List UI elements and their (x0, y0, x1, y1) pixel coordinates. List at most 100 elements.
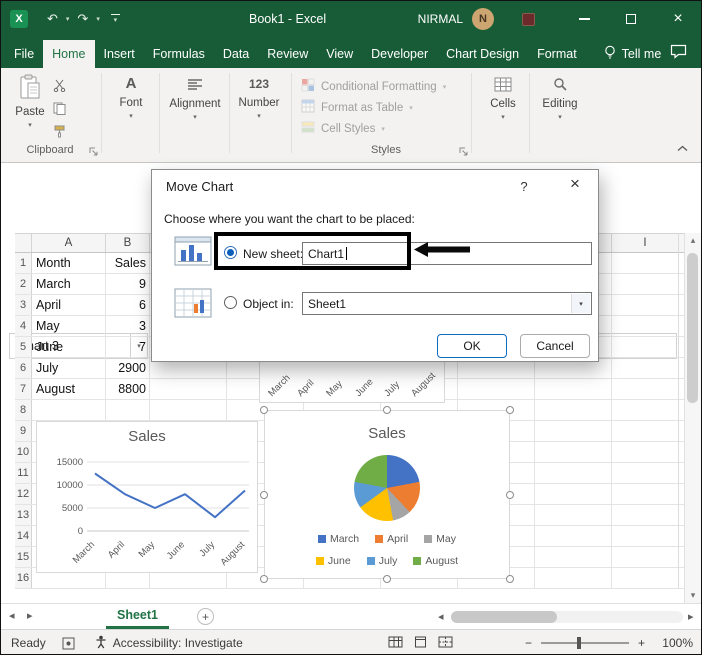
cell[interactable]: 7 (106, 337, 150, 357)
horizontal-scrollbar-thumb[interactable] (451, 611, 557, 623)
number-group-button[interactable]: 123 Number ▾ (235, 74, 283, 120)
legend-item[interactable]: April (375, 533, 408, 545)
row-header[interactable]: 10 (15, 442, 32, 462)
maximize-button[interactable] (616, 1, 646, 37)
cell[interactable]: April (32, 295, 106, 315)
account-name[interactable]: NIRMAL (418, 12, 463, 26)
ok-button[interactable]: OK (437, 334, 507, 358)
ribbon-display-options-icon[interactable] (522, 12, 535, 26)
tab-file[interactable]: File (5, 40, 43, 68)
cell[interactable]: May (32, 316, 106, 336)
cell[interactable]: July (32, 358, 106, 378)
format-as-table-button[interactable]: Format as Table ▾ (301, 99, 413, 116)
zoom-out-icon[interactable]: − (525, 636, 532, 650)
selection-handle[interactable] (506, 406, 514, 414)
legend-item[interactable]: August (413, 555, 458, 567)
zoom-percentage[interactable]: 100% (655, 636, 693, 650)
scroll-down-icon[interactable]: ▾ (685, 590, 701, 601)
tab-view[interactable]: View (317, 40, 362, 68)
tab-chart-design[interactable]: Chart Design (437, 40, 528, 68)
selection-handle[interactable] (383, 406, 391, 414)
cell[interactable]: June (32, 337, 106, 357)
styles-dialog-launcher-icon[interactable] (459, 147, 468, 159)
cut-icon[interactable] (53, 79, 66, 95)
selection-handle[interactable] (260, 575, 268, 583)
sheet-nav-right-icon[interactable]: ▸ (27, 609, 33, 622)
object-in-label[interactable]: Object in: (243, 297, 294, 311)
alignment-group-button[interactable]: Alignment ▾ (167, 74, 223, 121)
cell[interactable]: August (32, 379, 106, 399)
tab-review[interactable]: Review (258, 40, 317, 68)
horizontal-scrollbar[interactable] (451, 611, 683, 623)
row-header[interactable]: 14 (15, 526, 32, 546)
cell[interactable]: 8800 (106, 379, 150, 399)
object-in-dropdown[interactable]: Sheet1 ▾ (302, 292, 592, 315)
undo-caret-icon[interactable]: ▾ (64, 15, 72, 23)
cell[interactable] (32, 400, 106, 420)
row-header[interactable]: 16 (15, 568, 32, 588)
select-all-corner[interactable] (15, 234, 32, 252)
cells-group-button[interactable]: Cells ▾ (481, 74, 525, 121)
row-header[interactable]: 15 (15, 547, 32, 567)
selection-handle[interactable] (383, 575, 391, 583)
tab-format[interactable]: Format (528, 40, 586, 68)
redo-caret-icon[interactable]: ▾ (94, 15, 102, 23)
editing-group-button[interactable]: Editing ▾ (537, 74, 583, 121)
chart-title[interactable]: Sales (265, 425, 509, 442)
minimize-button[interactable] (569, 1, 599, 37)
cell[interactable] (106, 400, 150, 420)
undo-icon[interactable]: ↶ (44, 11, 61, 27)
row-header[interactable]: 4 (15, 316, 32, 336)
cell[interactable]: 3 (106, 316, 150, 336)
selection-handle[interactable] (506, 490, 514, 499)
accessibility-status[interactable]: Accessibility: Investigate (95, 635, 243, 652)
tell-me[interactable]: Tell me (604, 40, 661, 68)
sheet-nav-left-icon[interactable]: ◂ (9, 609, 15, 622)
column-header-a[interactable]: A (32, 234, 106, 252)
vertical-scrollbar[interactable]: ▴ ▾ (684, 233, 701, 603)
normal-view-icon[interactable] (388, 636, 403, 651)
page-layout-view-icon[interactable] (413, 636, 428, 651)
line-chart[interactable]: Sales 15000 10000 5000 0 March April May… (36, 421, 258, 573)
row-header[interactable]: 11 (15, 463, 32, 483)
tab-data[interactable]: Data (214, 40, 258, 68)
page-break-view-icon[interactable] (438, 636, 453, 651)
row-header[interactable]: 7 (15, 379, 32, 399)
zoom-in-icon[interactable]: + (638, 636, 645, 650)
tab-developer[interactable]: Developer (362, 40, 437, 68)
column-header-i[interactable]: I (612, 234, 678, 252)
sheet-tab-sheet1[interactable]: Sheet1 (106, 604, 169, 629)
row-header[interactable]: 5 (15, 337, 32, 357)
row-header[interactable]: 12 (15, 484, 32, 504)
legend-item[interactable]: March (317, 533, 359, 545)
row-header[interactable]: 8 (15, 400, 32, 420)
customize-quick-access-icon[interactable]: ▾ (110, 13, 120, 24)
line-series[interactable] (94, 472, 246, 519)
selection-handle[interactable] (260, 490, 268, 499)
redo-icon[interactable]: ↷ (74, 11, 91, 27)
account-avatar[interactable]: N (472, 8, 494, 30)
selection-handle[interactable] (506, 575, 514, 583)
scroll-up-icon[interactable]: ▴ (685, 235, 701, 246)
comments-button[interactable] (670, 40, 687, 68)
clipboard-dialog-launcher-icon[interactable] (89, 147, 98, 159)
row-header[interactable]: 2 (15, 274, 32, 294)
selection-handle[interactable] (260, 406, 268, 414)
hscroll-left-icon[interactable]: ◂ (438, 610, 444, 623)
excel-logo-icon[interactable]: X (10, 10, 28, 28)
cell[interactable]: 9 (106, 274, 150, 294)
tab-formulas[interactable]: Formulas (144, 40, 214, 68)
legend-item[interactable]: July (366, 555, 397, 567)
hscroll-right-icon[interactable]: ▸ (688, 610, 694, 623)
dialog-help-button[interactable]: ? (516, 179, 532, 194)
conditional-formatting-button[interactable]: Conditional Formatting ▾ (301, 78, 446, 95)
cell[interactable]: Sales (106, 253, 150, 273)
cell[interactable]: Month (32, 253, 106, 273)
pie-chart[interactable]: Sales March April May June July August (260, 406, 514, 583)
close-button[interactable]: × (663, 1, 693, 37)
dialog-close-button[interactable]: × (566, 174, 584, 194)
cell[interactable]: 2900 (106, 358, 150, 378)
macro-record-icon[interactable] (62, 637, 75, 650)
vertical-scrollbar-thumb[interactable] (687, 253, 698, 403)
column-header-b[interactable]: B (106, 234, 150, 252)
